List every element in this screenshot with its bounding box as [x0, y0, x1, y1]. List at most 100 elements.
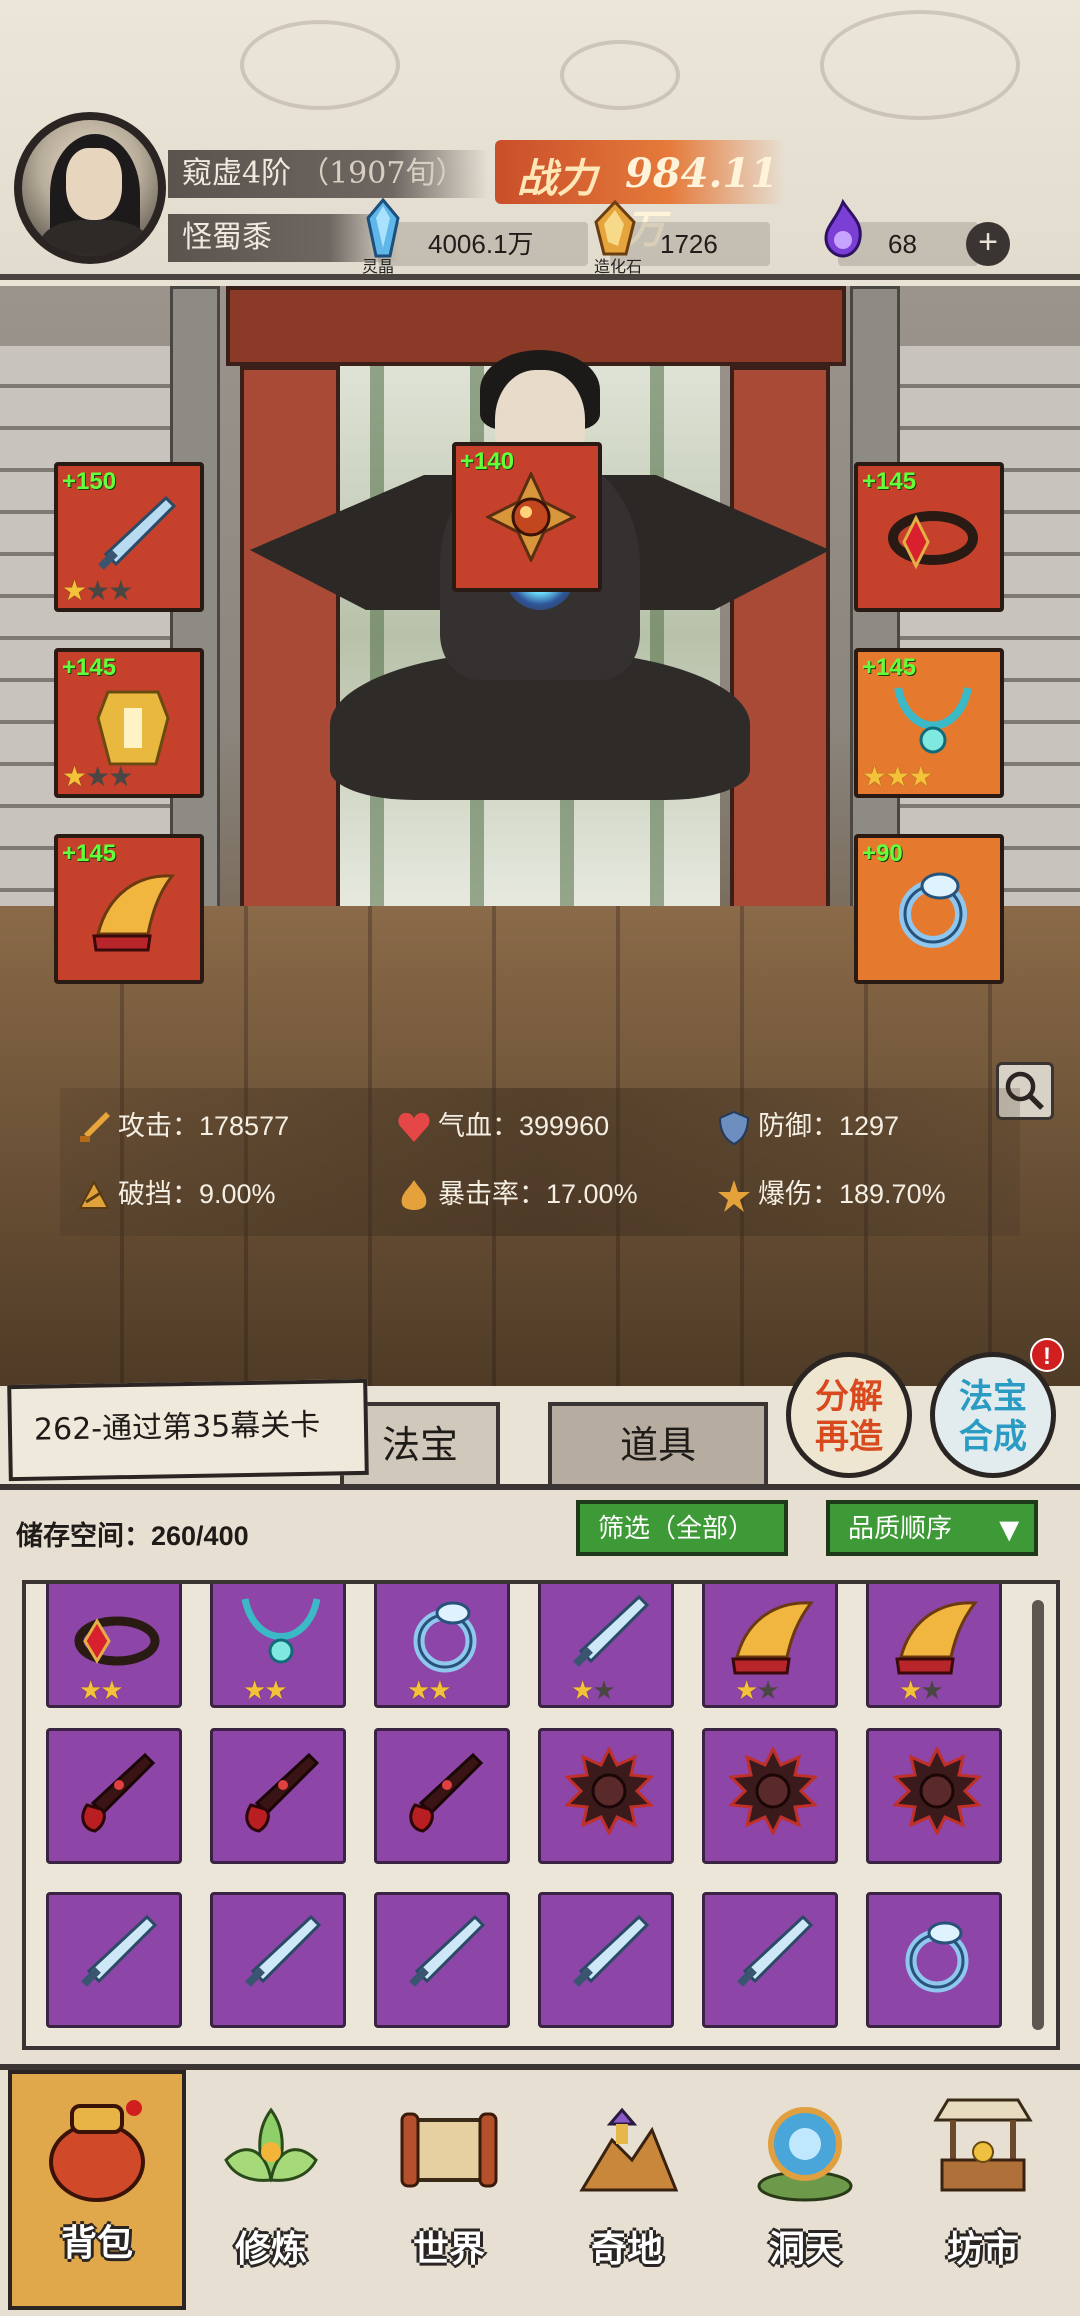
sword-icon [245, 1914, 322, 1987]
rank-text: 窥虚4阶 [182, 156, 292, 191]
inventory-item[interactable]: ★★ [46, 1584, 182, 1708]
star-rating: ★★ [899, 1675, 944, 1705]
inventory-item[interactable] [702, 1728, 838, 1864]
nav-world-label: 世界 [412, 2228, 485, 2270]
stat-crit-rate: 暴击率：17.00% [396, 1174, 638, 1214]
sort-button[interactable]: 品质顺序 ▼ [826, 1500, 1038, 1556]
synthesize-button[interactable]: 法宝 合成 [930, 1352, 1056, 1478]
inventory-scrollbar[interactable] [1032, 1600, 1044, 2030]
star-rating: ★★ [735, 1675, 780, 1705]
inventory-item[interactable]: ★★ [374, 1584, 510, 1708]
stat-label: 暴击率： [438, 1179, 546, 1209]
nav-bag-label: 背包 [60, 2222, 133, 2264]
spiked-wheel-icon [729, 1747, 817, 1835]
inventory-item[interactable] [538, 1892, 674, 2028]
nav-secret-land[interactable]: 奇地 [542, 2080, 712, 2300]
inventory-item[interactable] [374, 1728, 510, 1864]
purple-flame-value: 68 [888, 229, 917, 259]
star-rating: ★★ [571, 1675, 616, 1705]
inventory-item[interactable] [210, 1892, 346, 2028]
star-rating: ★★★ [62, 761, 133, 792]
necklace-icon [894, 687, 972, 754]
stat-break-guard: 破挡：9.00% [76, 1174, 276, 1214]
resource-creation-stone: 1726 造化石 [594, 199, 770, 276]
stat-health: 气血：399960 [396, 1106, 609, 1146]
inventory-item[interactable] [866, 1728, 1002, 1864]
belt-icon [888, 511, 978, 570]
equip-slot-ring[interactable]: +90 [854, 834, 1004, 984]
inventory-item[interactable]: ★★ [538, 1584, 674, 1708]
dark-blade-icon [81, 1752, 156, 1833]
boots-icon [731, 1601, 814, 1675]
attack-icon [80, 1111, 110, 1142]
necklace-icon [241, 1598, 321, 1664]
inventory-item[interactable] [538, 1728, 674, 1864]
inventory-item[interactable]: ★★ [702, 1584, 838, 1708]
synthesize-label-2: 合成 [959, 1417, 1027, 1457]
inventory-item[interactable] [702, 1892, 838, 2028]
tab-items[interactable]: 道具 [548, 1402, 768, 1484]
inventory-item[interactable] [46, 1728, 182, 1864]
inventory-item[interactable] [374, 1892, 510, 2028]
inventory-grid[interactable]: ★★ ★★ ★★ ★★ ★★ ★★ [22, 1580, 1060, 2050]
stat-label: 爆伤： [758, 1179, 839, 1209]
inventory-item[interactable] [210, 1728, 346, 1864]
nav-world[interactable]: 世界 [364, 2080, 534, 2300]
equip-slot-armor[interactable]: +145 ★★★ [54, 648, 204, 798]
sword-icon [573, 1594, 650, 1667]
nav-market-label: 坊市 [946, 2228, 1019, 2270]
sword-icon [737, 1914, 814, 1987]
nav-bag[interactable]: 背包 [8, 2070, 186, 2310]
stat-label: 气血： [438, 1111, 519, 1141]
star-rating: ★★ [79, 1675, 124, 1705]
spirit-crystal-caption: 灵晶 [362, 259, 395, 276]
stat-value: 1297 [839, 1111, 900, 1141]
decompose-label-2: 再造 [815, 1417, 883, 1457]
inventory-item[interactable]: ★★ [866, 1584, 1002, 1708]
belt-icon [74, 1616, 160, 1666]
decompose-button[interactable]: 分解 再造 [786, 1352, 912, 1478]
add-resource-button[interactable]: + [966, 222, 1010, 266]
equip-slot-weapon[interactable]: +150 ★★★ [54, 462, 204, 612]
creation-stone-caption: 造化石 [594, 259, 643, 276]
stage-progress-banner[interactable]: 262-通过第35幕关卡 [7, 1378, 369, 1482]
mountain-pagoda-icon [579, 2107, 679, 2192]
inventory-item[interactable] [46, 1892, 182, 2028]
filter-button[interactable]: 筛选（全部） [576, 1500, 788, 1556]
spiked-wheel-icon [893, 1747, 981, 1835]
nav-market[interactable]: 坊市 [898, 2080, 1068, 2300]
storage-capacity: 储存空间：260/400 [16, 1521, 249, 1551]
inventory-item[interactable] [866, 1892, 1002, 2028]
inventory-item[interactable]: ★★ [210, 1584, 346, 1708]
nav-cultivate[interactable]: 修炼 [186, 2080, 356, 2300]
sword-icon [409, 1914, 486, 1987]
nav-cave-heaven-label: 洞天 [768, 2228, 841, 2270]
equip-slot-belt[interactable]: +145 [854, 462, 1004, 612]
dark-blade-icon [409, 1752, 484, 1833]
player-avatar[interactable] [14, 112, 166, 264]
nav-cave-heaven[interactable]: 洞天 [720, 2080, 890, 2300]
sort-label: 品质顺序 [848, 1513, 953, 1543]
combat-power: 战力 984.11万 [495, 140, 785, 253]
stat-value: 178577 [199, 1111, 290, 1141]
equip-slot-talisman[interactable]: +140 [452, 442, 602, 592]
sword-icon [98, 495, 177, 570]
resource-purple-flame: 68 [824, 198, 978, 266]
break-guard-icon [78, 1179, 110, 1209]
star-rating: ★★ [243, 1675, 288, 1705]
decompose-label-1: 分解 [815, 1377, 883, 1417]
stat-label: 破挡： [118, 1179, 199, 1209]
equip-slot-boots[interactable]: +145 [54, 834, 204, 984]
dark-blade-icon [245, 1752, 320, 1833]
purple-flame-icon [824, 198, 862, 258]
equip-slot-necklace[interactable]: +145 ★★★ [854, 648, 1004, 798]
boots-icon [92, 874, 175, 952]
stat-value: 9.00% [199, 1179, 276, 1209]
ring-icon [905, 1921, 969, 1993]
resource-spirit-crystal: 4006.1万 灵晶 [362, 198, 588, 276]
star-rating: ★★★ [62, 575, 133, 606]
sword-icon [81, 1914, 158, 1987]
star-rating: ★★★ [862, 761, 933, 792]
spiked-wheel-icon [565, 1747, 653, 1835]
market-stall-icon [933, 2098, 1033, 2192]
